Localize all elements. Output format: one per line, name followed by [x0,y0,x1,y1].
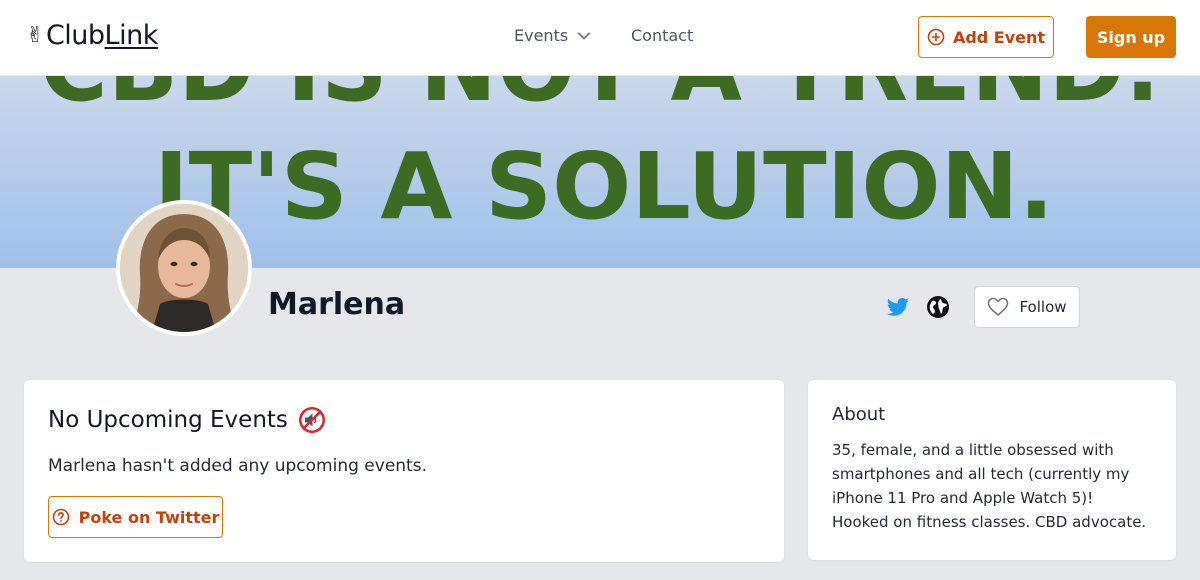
nav-events-dropdown[interactable]: Events [514,26,591,45]
profile-name: Marlena [268,287,406,322]
banner-line-1: CBD IS NOT A TREND. [40,76,1160,123]
logo-text-club: Club [45,20,105,51]
about-description: 35, female, and a little obsessed with s… [832,441,1147,531]
profile-avatar [116,200,252,336]
poke-label: Poke on Twitter [78,507,220,527]
upcoming-events-card: No Upcoming Events Marlena hasn't added … [24,380,784,562]
plus-circle-icon [927,28,945,46]
chevron-down-icon [578,32,591,39]
avatar-photo [120,204,248,332]
top-navbar: ✌ Club Link Events Contact Add Event Sign… [0,0,1200,76]
about-card: About 35, female, and a little obsessed … [808,380,1176,560]
nav-events-label: Events [514,26,569,45]
question-circle-icon [52,508,69,526]
clublink-logo[interactable]: ✌ Club Link [26,20,158,51]
add-event-label: Add Event [952,27,1046,47]
muted-speaker-icon [298,407,325,433]
events-card-heading: No Upcoming Events [48,406,326,434]
events-empty-message: Marlena hasn't added any upcoming events… [48,456,427,476]
logo-text-link: Link [104,20,159,51]
about-title: About [832,404,886,425]
twitter-icon[interactable] [886,295,910,319]
follow-label: Follow [1019,298,1067,316]
globe-icon[interactable] [926,295,950,319]
nav-contact-link[interactable]: Contact [631,26,693,45]
victory-hand-icon: ✌ [26,23,44,48]
banner-line-2: IT'S A SOLUTION. [154,133,1054,240]
signup-button[interactable]: Sign up [1086,16,1176,58]
heart-icon [988,297,1009,316]
poke-on-twitter-button[interactable]: Poke on Twitter [48,496,223,538]
follow-button[interactable]: Follow [974,286,1080,328]
events-card-title: No Upcoming Events [48,407,288,433]
add-event-button[interactable]: Add Event [918,16,1054,58]
